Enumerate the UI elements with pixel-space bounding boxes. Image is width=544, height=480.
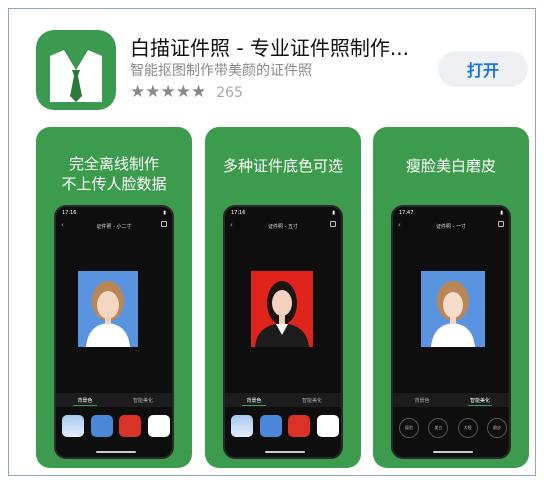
color-swatches — [62, 415, 170, 437]
swatch-red — [119, 415, 142, 437]
nav-bar: ‹ 证件照 - 五寸 — [225, 219, 341, 233]
nav-title: 证件照 - 一寸 — [436, 223, 466, 230]
tab-background: 背景色 — [225, 393, 283, 407]
beauty-option-slim-face: 瘦脸 — [399, 418, 419, 438]
portrait-icon — [255, 281, 309, 347]
rating-stars: ★★★★★ — [130, 82, 207, 102]
save-icon — [330, 221, 336, 227]
app-subtitle: 智能抠图制作带美颜的证件照 — [130, 63, 312, 79]
back-icon: ‹ — [61, 221, 64, 229]
screenshot-card-offline[interactable]: 完全离线制作 不上传人脸数据 17:16 ▮ ‹ 证件照 - 小二寸 背景色 智能… — [36, 127, 192, 468]
caption-line-1: 多种证件底色可选 — [222, 157, 343, 175]
swatch-light-blue — [231, 415, 253, 437]
app-icon[interactable] — [36, 30, 116, 110]
beauty-option-whiten: 美白 — [428, 418, 449, 438]
battery-icon: ▮ — [500, 210, 503, 216]
id-photo — [421, 271, 485, 347]
tab-background: 背景色 — [414, 397, 430, 404]
nav-bar: ‹ 证件照 - 一寸 — [393, 219, 509, 233]
swatch-light-blue — [62, 415, 84, 437]
back-icon: ‹ — [230, 221, 233, 229]
tab-beautify: 智能美化 — [132, 397, 153, 404]
portrait-icon — [431, 281, 475, 347]
beauty-option-big-eyes: 大眼 — [457, 418, 478, 438]
battery-icon: ▮ — [163, 210, 166, 216]
id-photo — [78, 271, 138, 347]
status-time: 17:47 — [399, 210, 414, 216]
nav-title: 证件照 - 五寸 — [268, 223, 298, 230]
phone-mockup: 17:47 ▮ ‹ 证件照 - 一寸 背景色 智能美化 瘦脸 美白 大眼 磨皮 — [391, 205, 511, 459]
swatch-blue — [90, 415, 113, 437]
status-bar: 17:16 ▮ — [225, 207, 341, 219]
swatch-blue — [259, 415, 282, 437]
caption-line-1: 完全离线制作 — [68, 155, 159, 173]
beauty-options: 瘦脸 美白 大眼 磨皮 — [399, 418, 507, 438]
screenshot-card-backgrounds[interactable]: 多种证件底色可选 17:16 ▮ ‹ 证件照 - 五寸 背景色 智能美化 — [205, 127, 361, 468]
beauty-option-smooth-skin: 磨皮 — [486, 418, 507, 438]
swatch-white — [316, 415, 339, 437]
nav-bar: ‹ 证件照 - 小二寸 — [56, 219, 172, 233]
back-icon: ‹ — [398, 221, 401, 229]
color-swatches — [231, 415, 339, 437]
app-title: 白描证件照 - 专业证件照制作... — [130, 36, 410, 60]
shirt-collar-icon — [50, 50, 102, 102]
portrait-icon — [86, 281, 130, 347]
swatch-red — [288, 415, 311, 437]
screenshot-card-beautify[interactable]: 瘦脸美白磨皮 17:47 ▮ ‹ 证件照 - 一寸 背景色 智能美化 瘦脸 美白 … — [373, 127, 529, 468]
tab-beautify: 智能美化 — [451, 393, 509, 407]
tab-beautify: 智能美化 — [301, 397, 322, 404]
nav-title: 证件照 - 小二寸 — [96, 223, 132, 230]
caption-line-2: 不上传人脸数据 — [61, 175, 167, 193]
save-icon — [161, 221, 167, 227]
swatch-white — [147, 415, 170, 437]
status-bar: 17:47 ▮ — [393, 207, 509, 219]
id-photo — [251, 271, 313, 347]
editor-tabs: 背景色 智能美化 — [225, 393, 341, 407]
status-time: 17:16 — [231, 210, 246, 216]
rating-count: 265 — [216, 84, 243, 101]
home-indicator — [433, 451, 473, 453]
home-indicator — [96, 451, 136, 453]
editor-tabs: 背景色 智能美化 — [393, 393, 509, 407]
phone-mockup: 17:16 ▮ ‹ 证件照 - 小二寸 背景色 智能美化 — [54, 205, 174, 459]
tab-background: 背景色 — [56, 393, 114, 407]
status-time: 17:16 — [62, 210, 77, 216]
status-bar: 17:16 ▮ — [56, 207, 172, 219]
save-icon — [498, 221, 504, 227]
battery-icon: ▮ — [332, 210, 335, 216]
editor-tabs: 背景色 智能美化 — [56, 393, 172, 407]
phone-mockup: 17:16 ▮ ‹ 证件照 - 五寸 背景色 智能美化 — [223, 205, 343, 459]
caption-line-1: 瘦脸美白磨皮 — [405, 157, 496, 175]
home-indicator — [265, 451, 305, 453]
open-button[interactable]: 打开 — [438, 51, 528, 87]
rating: ★★★★★ 265 — [130, 84, 243, 101]
